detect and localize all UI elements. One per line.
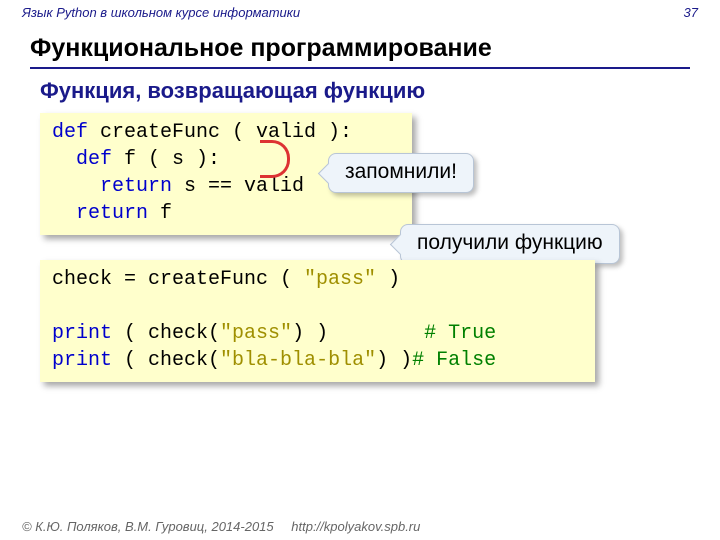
code-text: f [148,202,172,225]
code-text: f ( s ): [112,148,220,171]
title-rule [30,67,690,69]
code-text: ( check( [112,322,220,345]
comment: # True [424,322,496,345]
code-text: createFunc ( valid ): [88,121,352,144]
kw-print: print [52,322,112,345]
code-text: check = createFunc ( [52,268,304,291]
code-text: ) [376,268,400,291]
kw-print: print [52,349,112,372]
comment: # False [412,349,496,372]
string-literal: "pass" [304,268,376,291]
footer-link[interactable]: http://kpolyakov.spb.ru [291,519,420,534]
header-band: Язык Python в школьном курсе информатики… [0,0,720,22]
footer: © К.Ю. Поляков, В.М. Гуровиц, 2014-2015 … [22,519,420,534]
kw-return: return [52,202,148,225]
kw-def: def [52,148,112,171]
kw-def: def [52,121,88,144]
slide-subtitle: Функция, возвращающая функцию [40,78,425,104]
code-text: ( check( [112,349,220,372]
code-block-usage: check = createFunc ( "pass" ) print ( ch… [40,260,595,382]
callout-got-function: получили функцию [400,224,620,264]
code-text: ) ) [292,322,424,345]
footer-copyright: © К.Ю. Поляков, В.М. Гуровиц, 2014-2015 [22,519,274,534]
callout-remembered: запомнили! [328,153,474,193]
callout-label: получили функцию [417,231,603,254]
tagline: Язык Python в школьном курсе информатики [22,5,300,20]
code-text: s == valid [172,175,304,198]
slide-title: Функциональное программирование [30,34,492,63]
page-number: 37 [684,5,698,20]
kw-return: return [52,175,172,198]
string-literal: "bla-bla-bla" [220,349,376,372]
code-text: ) ) [376,349,412,372]
callout-label: запомнили! [345,160,457,183]
string-literal: "pass" [220,322,292,345]
